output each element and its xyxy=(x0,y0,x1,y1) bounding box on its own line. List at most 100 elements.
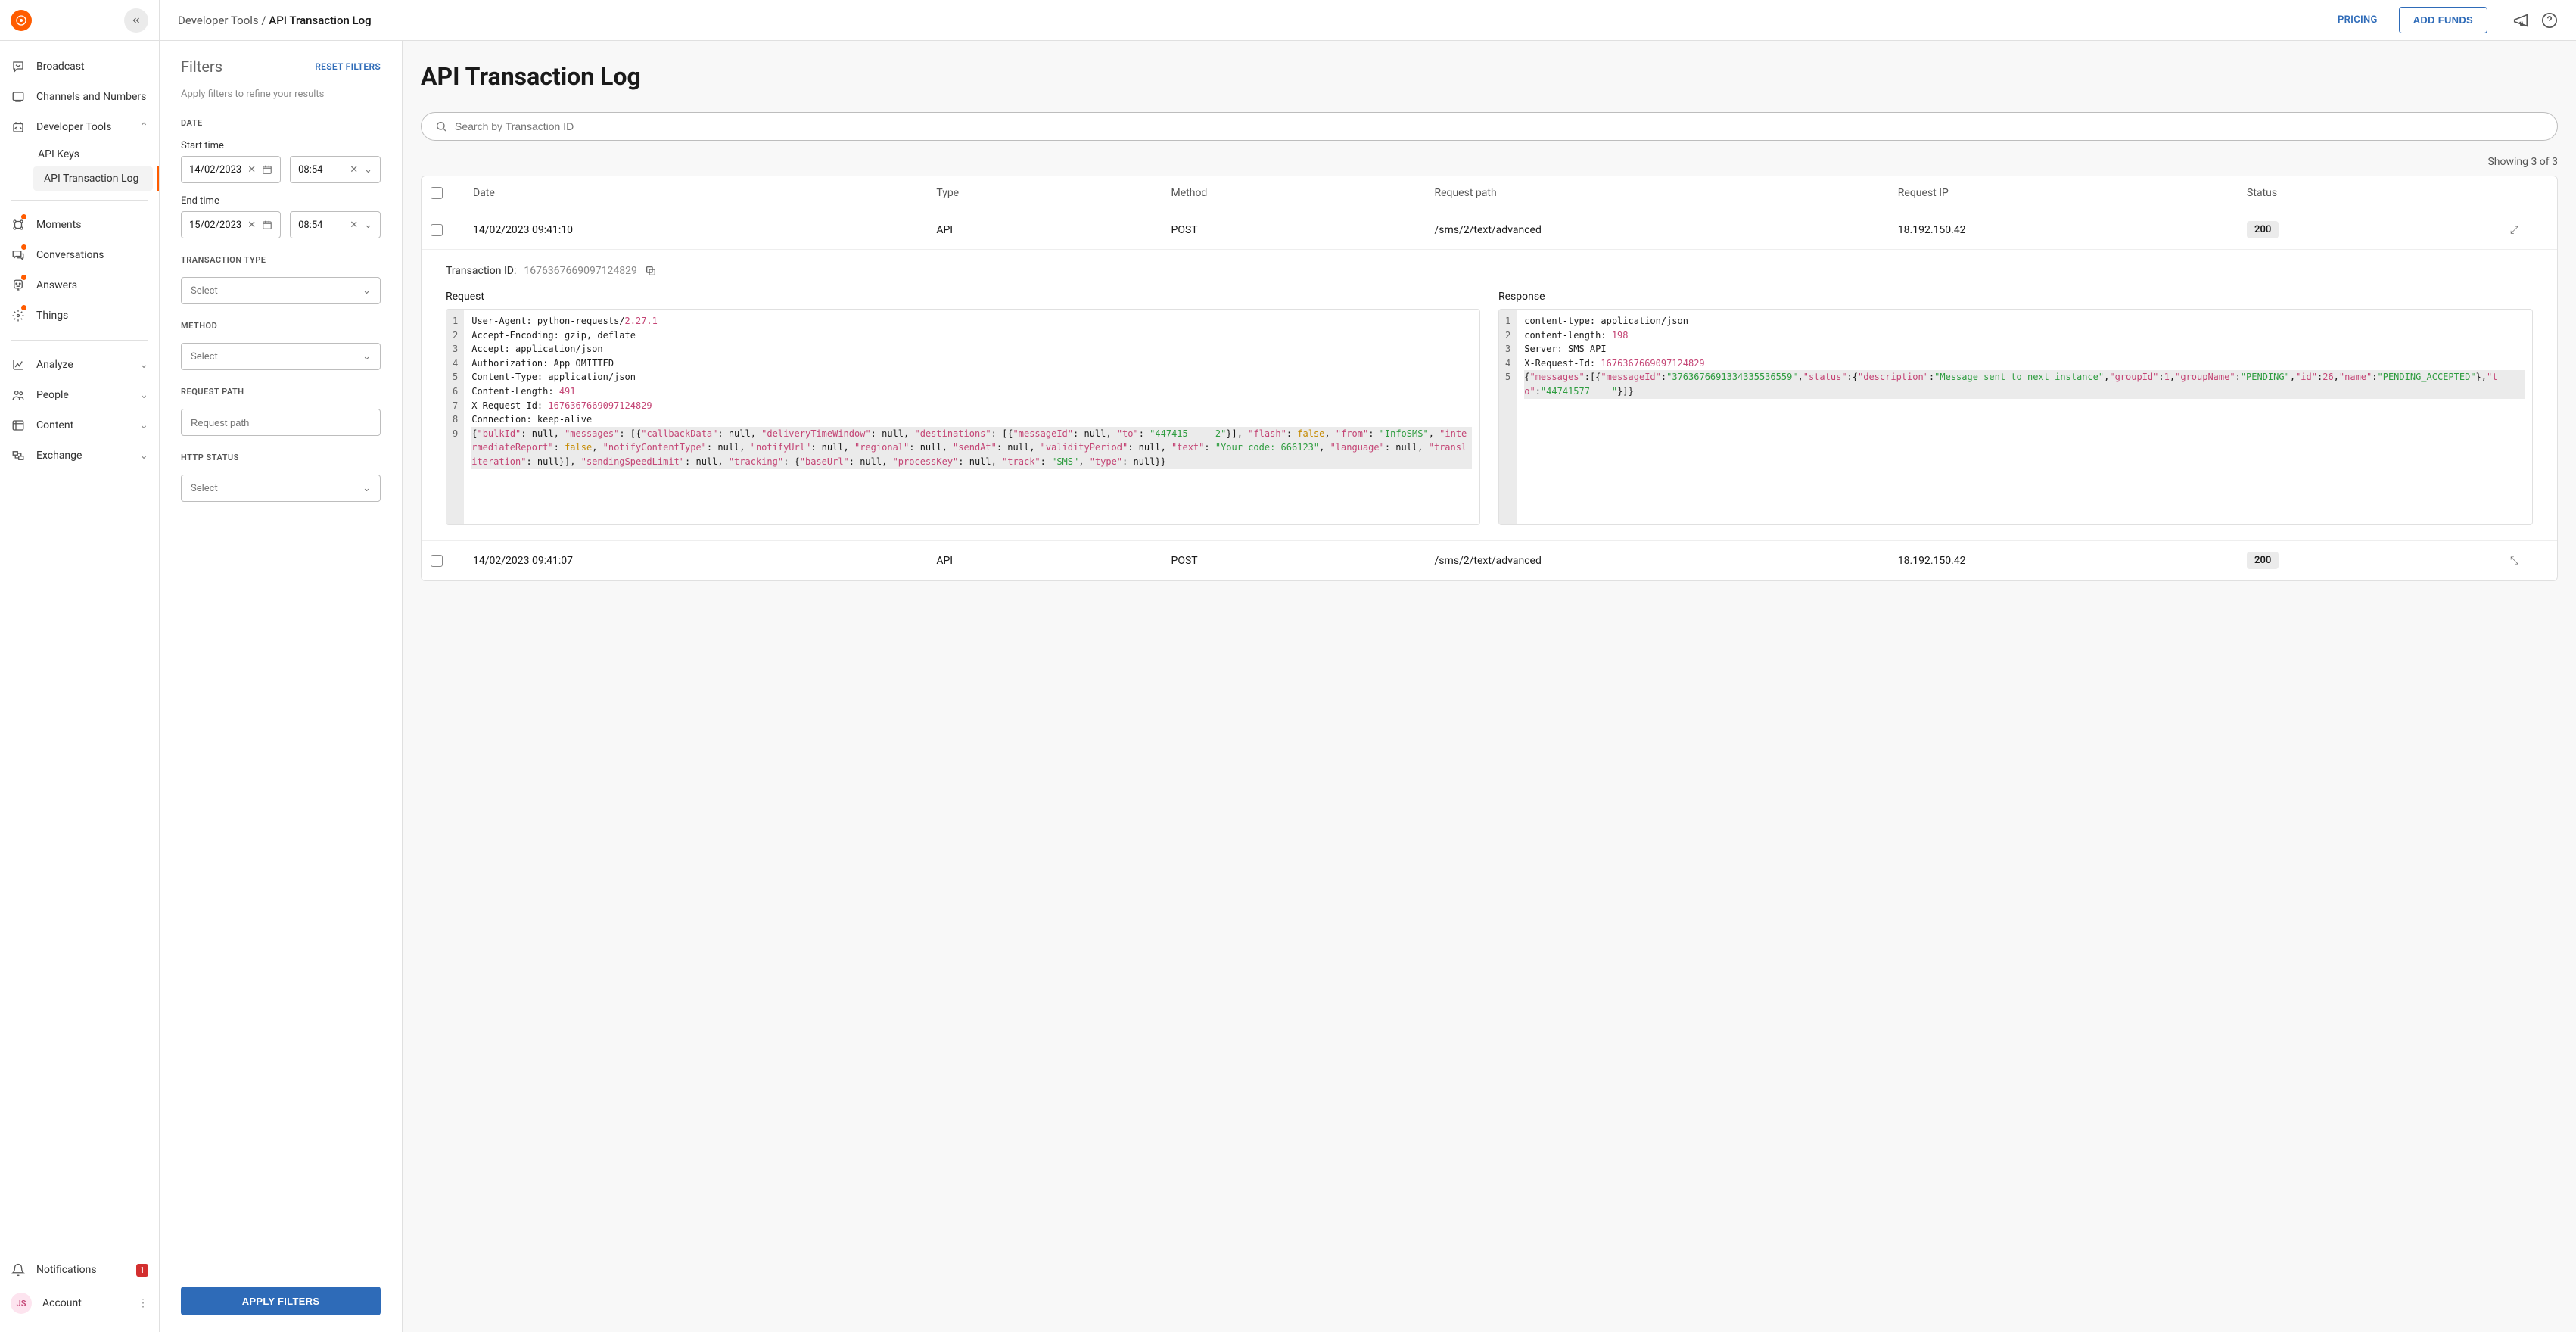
account-label: Account xyxy=(42,1297,127,1309)
sidebar-item-things[interactable]: Things xyxy=(0,300,159,331)
pricing-link[interactable]: PRICING xyxy=(2329,8,2387,32)
cell-type: API xyxy=(936,555,1165,567)
analyze-icon xyxy=(11,357,26,372)
search-input-wrap[interactable] xyxy=(421,112,2558,141)
log-area: API Transaction Log Showing 3 of 3 Date … xyxy=(403,41,2576,1332)
sidebar-item-content[interactable]: Content⌄ xyxy=(0,410,159,440)
exchange-icon xyxy=(11,448,26,463)
chevron-icon: ⌃ xyxy=(139,121,148,133)
cell-ip: 18.192.150.42 xyxy=(1898,555,2241,567)
chevron-icon: ⌄ xyxy=(139,359,148,371)
things-icon xyxy=(11,308,26,323)
answers-icon xyxy=(11,278,26,293)
txn-type-label: TRANSACTION TYPE xyxy=(181,255,381,265)
breadcrumb-current: API Transaction Log xyxy=(269,14,371,27)
filters-title: Filters xyxy=(181,58,222,76)
transactions-table: Date Type Method Request path Request IP… xyxy=(421,176,2558,581)
chevron-down-icon: ⌄ xyxy=(362,285,371,297)
bell-icon xyxy=(11,1262,26,1278)
sidebar-account[interactable]: JS Account ⋮ xyxy=(0,1285,159,1321)
row-detail: Transaction ID: 1676367669097124829 Requ… xyxy=(422,250,2557,541)
request-code: 123456789 User-Agent: python-requests/2.… xyxy=(446,309,1480,525)
start-time-label: Start time xyxy=(181,140,381,151)
start-date-input[interactable]: 14/02/2023 ✕ xyxy=(181,156,281,183)
txn-type-select[interactable]: Select⌄ xyxy=(181,277,381,304)
broadcast-icon xyxy=(11,59,26,74)
search-input[interactable] xyxy=(455,120,2543,132)
sidebar-item-label: Developer Tools xyxy=(36,121,129,133)
start-time-input[interactable]: 08:54 ✕ ⌄ xyxy=(290,156,381,183)
method-select[interactable]: Select⌄ xyxy=(181,343,381,370)
col-method: Method xyxy=(1171,187,1429,199)
table-header: Date Type Method Request path Request IP… xyxy=(422,176,2557,210)
response-code: 12345 content-type: application/jsoncont… xyxy=(1498,309,2533,525)
http-status-label: HTTP STATUS xyxy=(181,453,381,462)
calendar-icon[interactable] xyxy=(262,164,272,175)
sidebar-notifications[interactable]: Notifications 1 xyxy=(0,1255,159,1285)
row-checkbox[interactable] xyxy=(431,555,443,567)
request-title: Request xyxy=(446,291,1480,303)
sidebar-item-exchange[interactable]: Exchange ⌄ xyxy=(0,440,159,471)
sidebar-item-label: Exchange xyxy=(36,450,129,462)
row-checkbox[interactable] xyxy=(431,224,443,236)
sidebar-item-broadcast[interactable]: Broadcast xyxy=(0,51,159,82)
sidebar-item-label: Analyze xyxy=(36,359,129,371)
col-ip: Request IP xyxy=(1898,187,2241,199)
copy-icon[interactable] xyxy=(645,265,657,277)
sidebar-item-channels-and-numbers[interactable]: Channels and Numbers xyxy=(0,82,159,112)
moments-icon xyxy=(11,217,26,232)
calendar-icon[interactable] xyxy=(262,219,272,230)
clear-icon[interactable]: ✕ xyxy=(350,164,358,176)
sidebar-collapse-button[interactable] xyxy=(124,8,148,33)
avatar: JS xyxy=(11,1293,32,1314)
table-row[interactable]: 14/02/2023 09:41:07 API POST /sms/2/text… xyxy=(422,541,2557,580)
sidebar-item-moments[interactable]: Moments xyxy=(0,210,159,240)
announce-icon[interactable] xyxy=(2512,12,2529,29)
status-badge: 200 xyxy=(2247,552,2279,569)
more-icon[interactable]: ⋮ xyxy=(138,1297,148,1309)
select-all-checkbox[interactable] xyxy=(431,187,443,199)
end-time-input[interactable]: 08:54 ✕ ⌄ xyxy=(290,211,381,238)
cell-date: 14/02/2023 09:41:10 xyxy=(473,224,930,236)
chevron-icon: ⌄ xyxy=(139,450,148,462)
chevron-down-icon[interactable]: ⌄ xyxy=(364,164,372,176)
breadcrumb-parent[interactable]: Developer Tools xyxy=(178,14,259,27)
col-path: Request path xyxy=(1434,187,1891,199)
page-title: API Transaction Log xyxy=(421,62,2558,91)
expand-icon[interactable]: ⤡ xyxy=(2510,555,2518,567)
path-label: REQUEST PATH xyxy=(181,387,381,397)
conversations-icon xyxy=(11,247,26,263)
clear-icon[interactable]: ✕ xyxy=(247,219,256,231)
sidebar-subitem-api-keys[interactable]: API Keys xyxy=(27,142,159,166)
clear-icon[interactable]: ✕ xyxy=(247,164,256,176)
apply-filters-button[interactable]: APPLY FILTERS xyxy=(181,1287,381,1315)
table-row[interactable]: 14/02/2023 09:41:10 API POST /sms/2/text… xyxy=(422,210,2557,250)
http-status-select[interactable]: Select⌄ xyxy=(181,475,381,502)
chevron-icon: ⌄ xyxy=(139,389,148,401)
help-icon[interactable] xyxy=(2541,12,2558,29)
response-title: Response xyxy=(1498,291,2533,303)
add-funds-button[interactable]: ADD FUNDS xyxy=(2399,7,2487,33)
chevron-down-icon[interactable]: ⌄ xyxy=(364,219,372,231)
sidebar-item-people[interactable]: People⌄ xyxy=(0,380,159,410)
end-date-input[interactable]: 15/02/2023 ✕ xyxy=(181,211,281,238)
sidebar-item-developer-tools[interactable]: Developer Tools ⌃ xyxy=(0,112,159,142)
sidebar-item-answers[interactable]: Answers xyxy=(0,270,159,300)
sidebar-subitem-api-transaction-log[interactable]: API Transaction Log xyxy=(33,166,153,191)
nav: BroadcastChannels and NumbersDeveloper T… xyxy=(0,41,159,1250)
request-path-input[interactable] xyxy=(181,409,381,436)
reset-filters-link[interactable]: RESET FILTERS xyxy=(315,61,381,72)
filters-subtitle: Apply filters to refine your results xyxy=(181,88,381,101)
sidebar-item-analyze[interactable]: Analyze ⌄ xyxy=(0,350,159,380)
collapse-icon[interactable]: ⤢ xyxy=(2510,224,2518,236)
channels-icon xyxy=(11,89,26,104)
brand-logo[interactable] xyxy=(11,10,32,31)
notifications-label: Notifications xyxy=(36,1264,126,1276)
sidebar-item-conversations[interactable]: Conversations xyxy=(0,240,159,270)
status-badge: 200 xyxy=(2247,221,2279,238)
sidebar-item-label: Broadcast xyxy=(36,61,148,73)
clear-icon[interactable]: ✕ xyxy=(350,219,358,231)
sidebar-item-label: Content xyxy=(36,419,129,431)
notifications-badge: 1 xyxy=(136,1264,148,1277)
cell-method: POST xyxy=(1171,555,1429,567)
